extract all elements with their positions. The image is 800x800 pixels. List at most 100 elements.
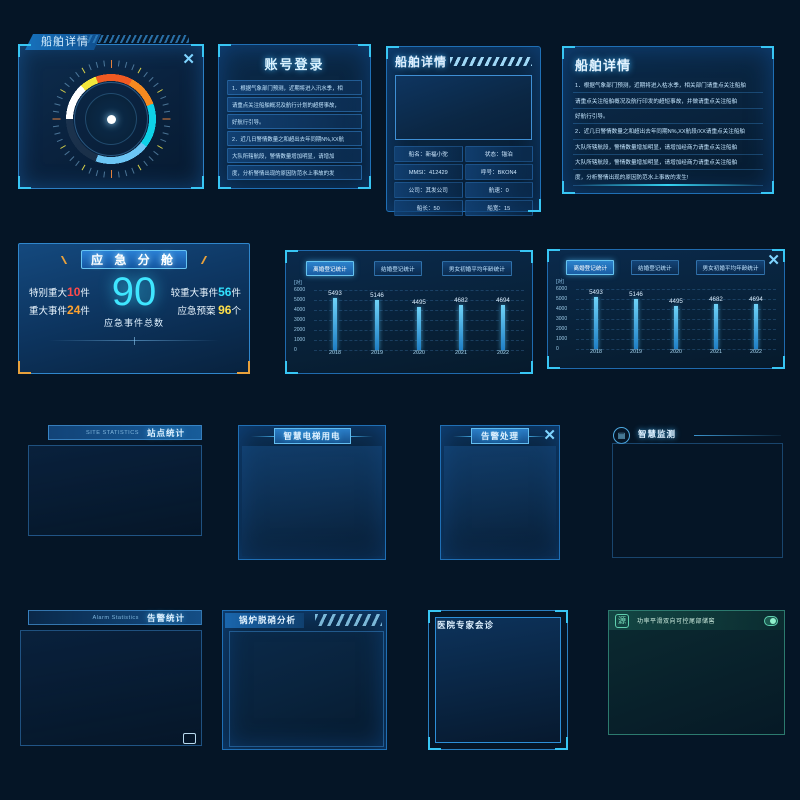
chart-x-tick: 2020 <box>413 350 425 356</box>
emergency-left-stats: 特别重大10件 重大事件24件 <box>29 284 90 320</box>
stat-value: 56 <box>218 285 232 299</box>
chart-y-tick: 4000 <box>556 306 568 312</box>
chart-y-tick: 6000 <box>556 286 568 292</box>
chart-tab-2[interactable]: 男女初婚平均年龄统计 <box>695 260 766 275</box>
corner-decoration <box>237 361 250 374</box>
panel-body <box>20 630 202 746</box>
chart-plot: [对] 6000 5000 4000 3000 2000 1000 0 5493 5146 44… <box>294 280 524 362</box>
corner-decoration <box>761 46 774 59</box>
ship-field-cell: 航速：0 <box>464 182 533 198</box>
emergency-total-label: 应急事件总数 <box>103 318 165 328</box>
corner-decoration <box>528 199 541 212</box>
chart-x-tick: 2018 <box>329 350 341 356</box>
panel-title: 告警处理 <box>471 428 530 444</box>
badge-icon <box>183 733 196 744</box>
corner-decoration <box>520 361 533 374</box>
chart-x-tick: 2019 <box>630 349 642 355</box>
corner-decoration <box>428 737 441 750</box>
panel-body <box>444 446 556 556</box>
panel-title: 功率平滑双向可控尾部储窖 <box>637 619 716 625</box>
panel-header: 智慧电梯用电 <box>251 428 374 444</box>
chart-bar <box>332 298 337 350</box>
panel-header: Alarm Statistics 告警统计 <box>28 610 202 625</box>
notice-row: 好航行引导。 <box>573 109 763 125</box>
chart-y-tick: 4000 <box>294 307 306 313</box>
panel-title: 船舶详情 <box>575 58 632 73</box>
ship-notice-panel: 船舶详情 1．根据气象部门预测，近期将进入枯水季，相关部门请重点关注船舶 请重点关… <box>562 46 774 194</box>
stat-unit: 个 <box>231 306 241 317</box>
corner-decoration <box>520 250 533 263</box>
ship-field-cell: 呼号：BKON4 <box>464 164 533 180</box>
corner-decoration <box>547 356 560 369</box>
stat-value: 96 <box>218 303 232 317</box>
ship-field-cell: 船宽：15 <box>464 200 533 216</box>
chart-bar-value: 4495 <box>669 298 683 305</box>
toggle-switch[interactable] <box>764 615 778 626</box>
corner-decoration <box>285 250 298 263</box>
divider-tick <box>134 337 135 345</box>
chart-bar-column: 4495 <box>669 289 683 349</box>
ship-detail-panel: 船舶详情 船名：新福小驼 状态：锚泊 MMSI：412429 呼号：BKON4 公司：其… <box>386 46 541 216</box>
chevron-right-decoration <box>350 435 374 437</box>
chart-bar-value: 4682 <box>454 297 468 304</box>
ship-field-cell: 船名：新福小驼 <box>394 146 463 162</box>
notice-row: 请重点关注船舶概况及航行印发的超短事故，并做请重点关注船舶 <box>573 93 763 109</box>
chart-bar <box>633 299 638 349</box>
chart-x-tick: 2022 <box>750 349 762 355</box>
panel-title-en: Alarm Statistics <box>92 614 139 621</box>
chart-x-tick: 2019 <box>371 350 383 356</box>
chart-bar-value: 4495 <box>412 299 426 306</box>
ship-field-cell: MMSI：412429 <box>394 164 463 180</box>
chart-x-tick: 2020 <box>670 349 682 355</box>
chart-bar-column: 4682 <box>454 290 468 350</box>
green-power-panel: 源 功率平滑双向可控尾部储窖 <box>608 610 785 735</box>
chart-bar-value: 5493 <box>328 290 342 297</box>
hatch-decoration <box>450 57 532 66</box>
chart-x-tick: 2021 <box>455 350 467 356</box>
chart-unit-label: [对] <box>556 279 564 285</box>
notice-row: 1．根据气象部门预测，近期将进入枯水季，相关部门请重点关注船舶 <box>573 78 763 94</box>
chart-bar <box>500 305 505 350</box>
chevron-right-decoration <box>529 435 548 437</box>
chart-y-tick: 3000 <box>556 316 568 322</box>
chart-bar-value: 4682 <box>709 296 723 303</box>
boiler-analysis-panel: 锅炉脱硝分析 <box>222 610 387 750</box>
notice-row: 1．根据气象部门预测，近期将进入汛水季，相 <box>227 80 362 95</box>
chart-tabs[interactable]: 离婚登记统计 结婚登记统计 男女初婚平均年龄统计 <box>558 260 774 275</box>
panel-body <box>242 446 382 556</box>
chart-bar-column: 5146 <box>629 289 643 349</box>
corner-decoration <box>547 249 560 262</box>
notice-row: 请重点关注船舶概况及航行计划的超搭事故， <box>227 97 362 112</box>
panel-title-cn: 站点统计 <box>146 427 185 438</box>
chart-bar <box>713 304 718 349</box>
header-line-decoration <box>694 435 781 436</box>
monitor-icon: ▤ <box>613 427 630 444</box>
chart-y-tick: 1000 <box>294 337 306 343</box>
chart-y-tick: 0 <box>556 346 559 352</box>
chart-tab-1[interactable]: 结婚登记统计 <box>374 261 422 276</box>
chart-plot: [对] 6000 5000 4000 3000 2000 1000 0 5493 5146 44… <box>556 279 776 361</box>
ship-gauge-panel: 船舶详情 ✕ <box>18 44 204 189</box>
corner-decoration <box>191 176 204 189</box>
divorce-chart-panel-right: ✕ 离婚登记统计 结婚登记统计 男女初婚平均年龄统计 [对] 6000 5000 4… <box>547 249 785 369</box>
stat-label: 较重大事件 <box>170 288 219 299</box>
ship-image-placeholder <box>395 75 532 140</box>
panel-header: 源 功率平滑双向可控尾部储窖 <box>609 611 784 630</box>
corner-decoration <box>761 181 774 194</box>
chart-y-tick: 2000 <box>556 326 568 332</box>
chart-bar-column: 4694 <box>496 290 510 350</box>
chart-tabs[interactable]: 离婚登记统计 结婚登记统计 男女初婚平均年龄统计 <box>296 261 522 276</box>
chart-tab-2[interactable]: 男女初婚平均年龄统计 <box>441 261 512 276</box>
chart-bar <box>458 305 463 350</box>
chart-tab-0[interactable]: 离婚登记统计 <box>566 260 615 275</box>
chart-bar-column: 4682 <box>709 289 723 349</box>
panel-body <box>612 443 783 558</box>
chart-tab-1[interactable]: 结婚登记统计 <box>631 260 679 275</box>
smart-monitor-panel: ▤ 智慧监测 <box>608 425 785 560</box>
ship-field-cell: 船长：50 <box>394 200 463 216</box>
stat-unit: 件 <box>231 288 241 299</box>
chevron-left-decoration <box>251 435 274 437</box>
corner-decoration <box>562 181 575 194</box>
chart-tab-0[interactable]: 离婚登记统计 <box>306 261 354 276</box>
stat-line: 应急预案 96个 <box>171 302 241 320</box>
